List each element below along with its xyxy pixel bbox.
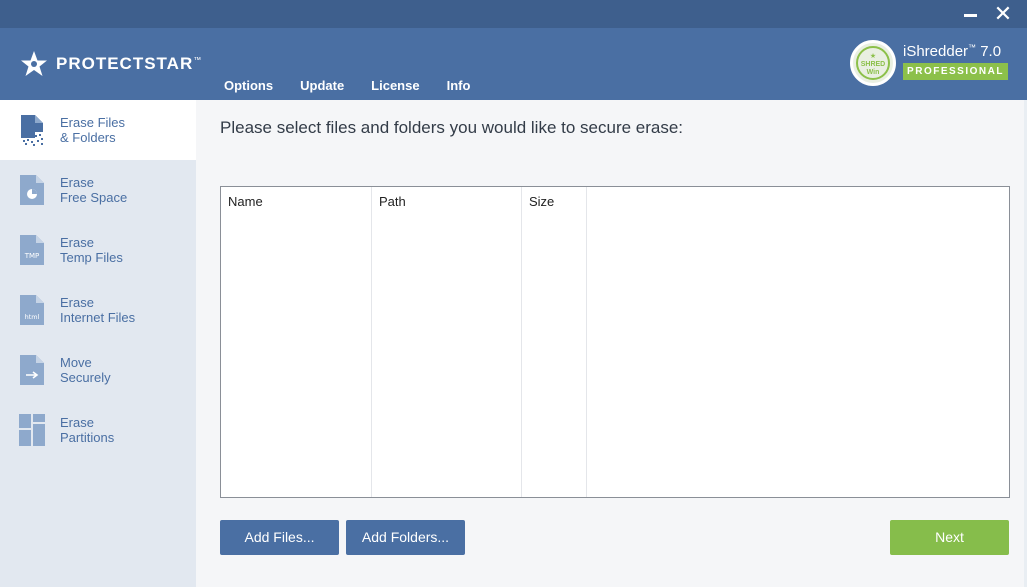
column-size: Size (522, 187, 587, 497)
sidebar-item-label: Erase Internet Files (60, 295, 136, 325)
menu-update[interactable]: Update (300, 78, 344, 93)
sidebar: Erase Files & Folders Erase Free Space T… (0, 100, 196, 587)
sidebar-item-label: Erase Free Space (60, 175, 128, 205)
add-folders-button[interactable]: Add Folders... (346, 520, 465, 555)
sidebar-item-partitions[interactable]: Erase Partitions (0, 400, 196, 460)
erase-files-icon (21, 115, 43, 146)
add-files-button[interactable]: Add Files... (220, 520, 339, 555)
minimize-icon[interactable] (960, 4, 982, 24)
sidebar-item-free-space[interactable]: Erase Free Space (0, 160, 196, 220)
protectstar-logo: PROTECTSTAR™ (20, 48, 202, 80)
title-bar: ✕ (0, 0, 1027, 28)
page-title: Please select files and folders you woul… (220, 118, 684, 137)
temp-files-icon: TMP (20, 235, 44, 265)
column-header-size[interactable]: Size (529, 194, 554, 209)
menu-info[interactable]: Info (447, 78, 471, 93)
product-brand: ★ SHRED Win iShredder™ 7.0 PROFESSIONAL (850, 40, 1020, 88)
shred-seal-icon: ★ SHRED Win (850, 40, 896, 86)
sidebar-item-label: Erase Files & Folders (60, 115, 126, 145)
sidebar-item-temp-files[interactable]: TMP Erase Temp Files (0, 220, 196, 280)
move-securely-icon (20, 355, 44, 385)
main-panel: Please select files and folders you woul… (196, 100, 1027, 587)
star-logo-icon (21, 51, 47, 76)
internet-files-icon: html (20, 295, 44, 325)
partitions-icon (19, 414, 45, 446)
sidebar-item-label: Move Securely (60, 355, 111, 385)
column-header-path[interactable]: Path (379, 194, 406, 209)
edition-badge: PROFESSIONAL (903, 63, 1008, 80)
svg-text:TMP: TMP (24, 252, 40, 260)
next-button[interactable]: Next (890, 520, 1009, 555)
sidebar-item-move-securely[interactable]: Move Securely (0, 340, 196, 400)
sidebar-item-label: Erase Partitions (60, 415, 115, 445)
logo-text: PROTECTSTAR™ (56, 54, 203, 73)
sidebar-item-internet-files[interactable]: html Erase Internet Files (0, 280, 196, 340)
column-path: Path (372, 187, 522, 497)
app-header: PROTECTSTAR™ Options Update License Info… (0, 28, 1027, 100)
menu-license[interactable]: License (371, 78, 419, 93)
column-header-name[interactable]: Name (228, 194, 263, 209)
menu-options[interactable]: Options (224, 78, 273, 93)
main-menu: Options Update License Info (224, 78, 497, 93)
file-list-table[interactable]: Name Path Size (220, 186, 1010, 498)
product-name: iShredder™ 7.0 (903, 43, 1002, 60)
column-name: Name (221, 187, 372, 497)
free-space-icon (20, 175, 44, 205)
close-icon[interactable]: ✕ (992, 3, 1014, 25)
svg-text:html: html (25, 313, 40, 321)
sidebar-item-label: Erase Temp Files (60, 235, 123, 265)
sidebar-item-erase-files[interactable]: Erase Files & Folders (0, 100, 196, 160)
